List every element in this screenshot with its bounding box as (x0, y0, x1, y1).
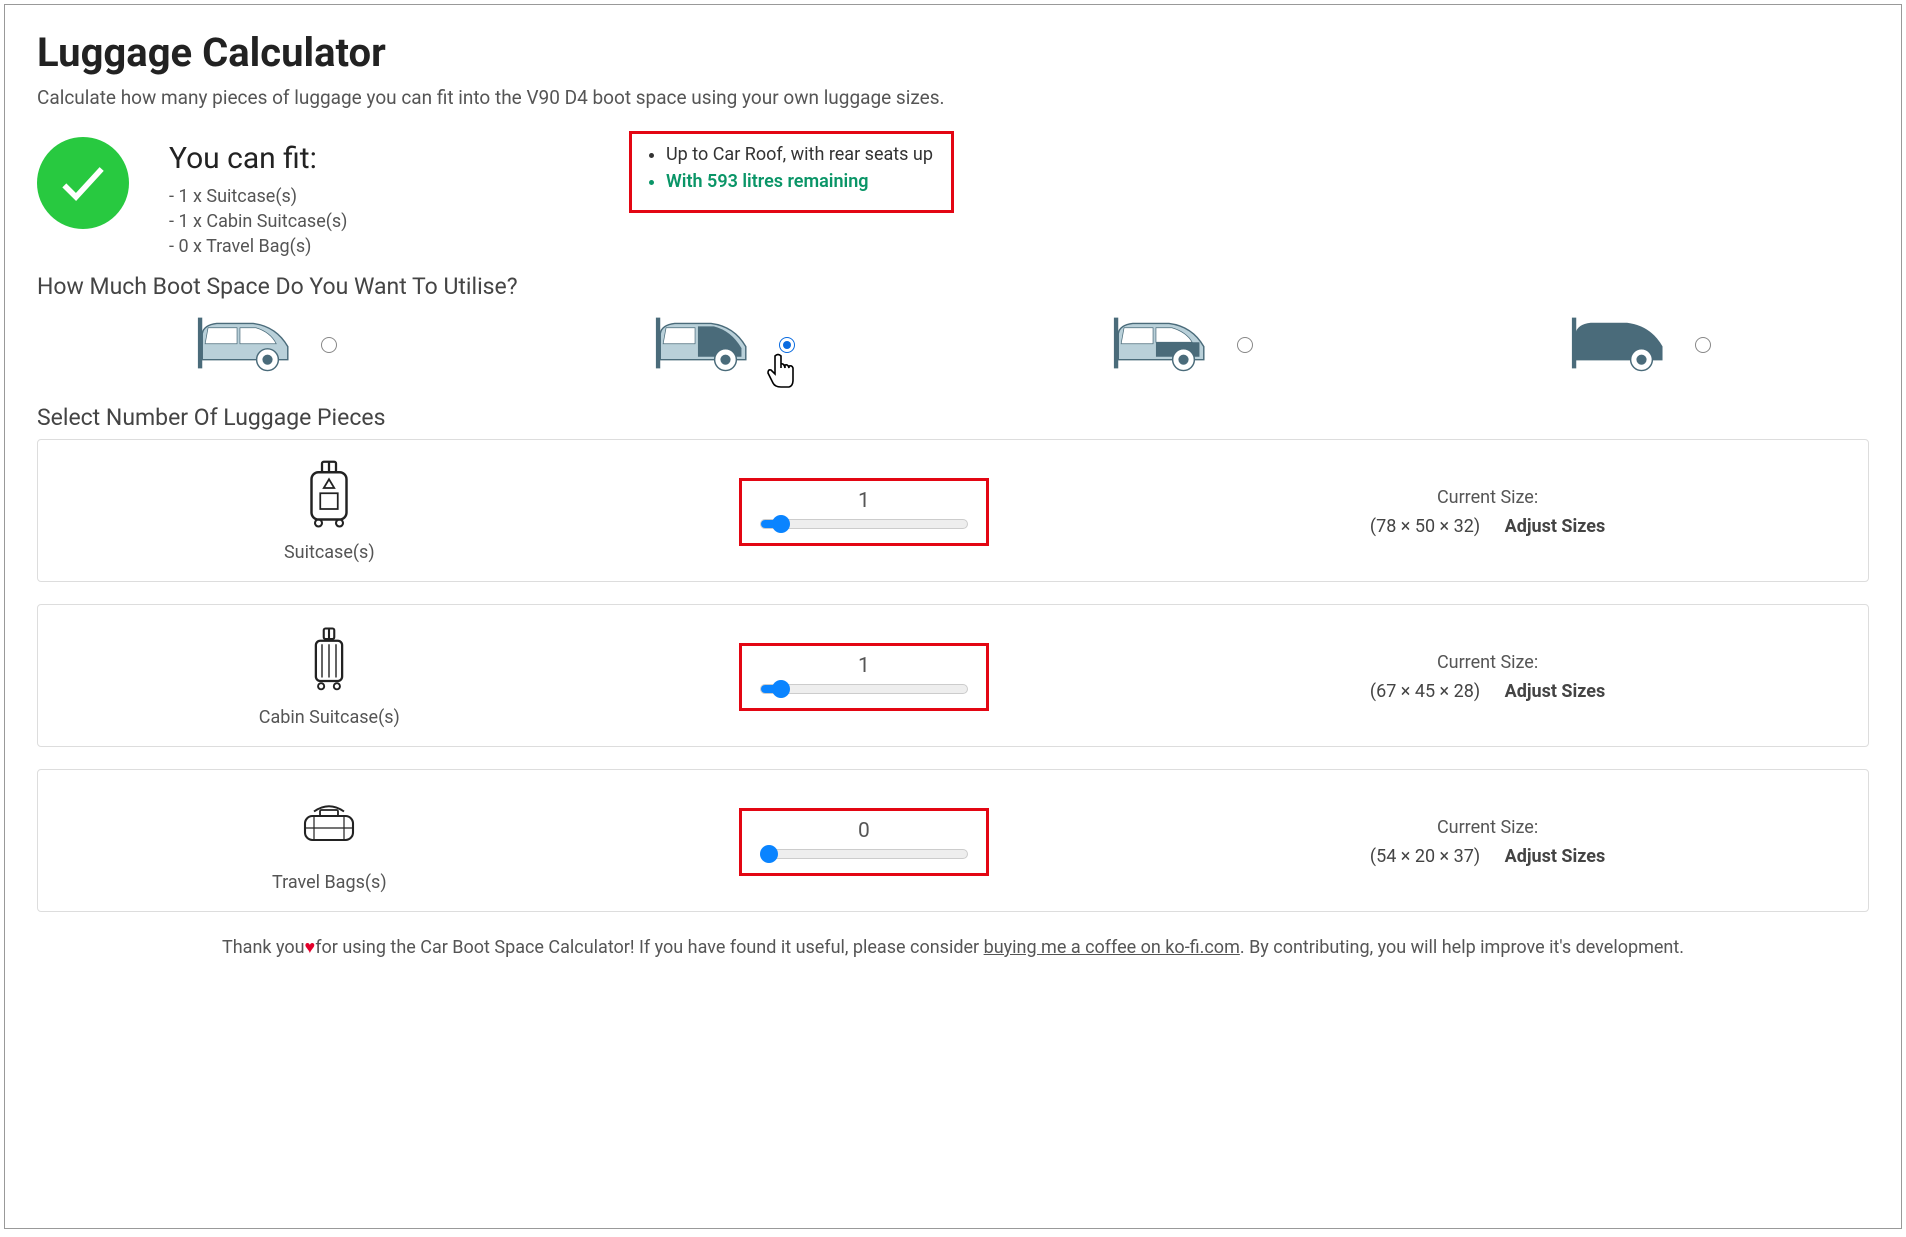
fit-item: - 1 x Suitcase(s) (169, 186, 509, 207)
radio-unselected-icon (321, 337, 337, 353)
luggage-card-suitcase: Suitcase(s) 1 Current Size: (78 × 50 × 3… (37, 439, 1869, 582)
radio-unselected-icon (1695, 337, 1711, 353)
luggage-card-travel-bag: Travel Bags(s) 0 Current Size: (54 × 20 … (37, 769, 1869, 912)
quantity-slider[interactable] (760, 519, 968, 529)
boot-option-2[interactable] (653, 308, 795, 382)
slider-value: 0 (760, 819, 968, 843)
adjust-sizes-button[interactable]: Adjust Sizes (1505, 846, 1606, 867)
footer-thanks: Thank you♥for using the Car Boot Space C… (37, 934, 1869, 963)
quantity-slider[interactable] (760, 684, 968, 694)
boot-option-4[interactable] (1569, 308, 1711, 382)
radio-selected-icon (779, 337, 795, 353)
suitcase-icon (62, 460, 597, 534)
adjust-sizes-button[interactable]: Adjust Sizes (1505, 681, 1606, 702)
heart-icon: ♥ (305, 937, 316, 958)
quantity-slider[interactable] (760, 849, 968, 859)
radio-unselected-icon (1237, 337, 1253, 353)
size-dimensions: (54 × 20 × 37) (1370, 846, 1480, 867)
slider-highlight: 1 (739, 643, 989, 711)
fit-heading: You can fit: (169, 141, 509, 176)
travel-bag-icon (62, 790, 597, 864)
slider-thumb-icon[interactable] (772, 680, 790, 698)
slider-thumb-icon[interactable] (772, 515, 790, 533)
current-size-label: Current Size: (1131, 817, 1844, 838)
luggage-name: Cabin Suitcase(s) (62, 707, 597, 728)
adjust-sizes-button[interactable]: Adjust Sizes (1505, 516, 1606, 537)
fit-summary: You can fit: - 1 x Suitcase(s) - 1 x Cab… (37, 137, 1869, 261)
fit-item: - 0 x Travel Bag(s) (169, 236, 509, 257)
slider-value: 1 (760, 654, 968, 678)
size-dimensions: (67 × 45 × 28) (1370, 681, 1480, 702)
luggage-card-cabin-suitcase: Cabin Suitcase(s) 1 Current Size: (67 × … (37, 604, 1869, 747)
cabin-suitcase-icon (62, 625, 597, 699)
page-subtitle: Calculate how many pieces of luggage you… (37, 86, 1869, 109)
page-title: Luggage Calculator (37, 29, 1869, 76)
luggage-name: Travel Bags(s) (62, 872, 597, 893)
size-dimensions: (78 × 50 × 32) (1370, 516, 1480, 537)
car-icon (1111, 308, 1227, 382)
car-icon (1569, 308, 1685, 382)
kofi-link[interactable]: buying me a coffee on ko-fi.com (984, 937, 1240, 958)
boot-options-group (37, 308, 1869, 382)
current-size-label: Current Size: (1131, 487, 1844, 508)
slider-highlight: 0 (739, 808, 989, 876)
luggage-pieces-heading: Select Number Of Luggage Pieces (37, 404, 1869, 431)
car-icon (653, 308, 769, 382)
slider-thumb-icon[interactable] (760, 845, 778, 863)
boot-option-1[interactable] (195, 308, 337, 382)
fit-notes-highlight: Up to Car Roof, with rear seats up With … (629, 131, 954, 213)
success-check-icon (37, 137, 129, 229)
boot-space-heading: How Much Boot Space Do You Want To Utili… (37, 273, 1869, 300)
car-icon (195, 308, 311, 382)
fit-note-config: Up to Car Roof, with rear seats up (666, 144, 933, 165)
slider-highlight: 1 (739, 478, 989, 546)
boot-option-3[interactable] (1111, 308, 1253, 382)
slider-value: 1 (760, 489, 968, 513)
luggage-name: Suitcase(s) (62, 542, 597, 563)
fit-item: - 1 x Cabin Suitcase(s) (169, 211, 509, 232)
fit-note-remaining: With 593 litres remaining (666, 171, 933, 192)
current-size-label: Current Size: (1131, 652, 1844, 673)
